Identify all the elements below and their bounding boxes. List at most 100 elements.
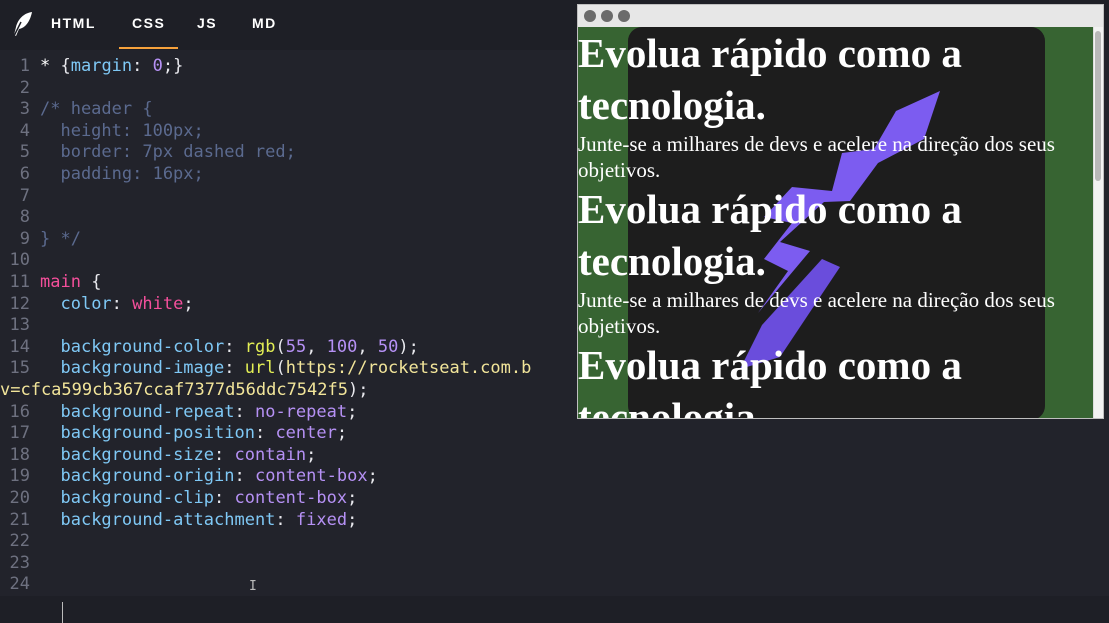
tab-js[interactable]: JS [197, 15, 217, 31]
line-number: 3 [19, 99, 30, 120]
line-code: background-color: rgb(55, 100, 50); [40, 336, 418, 358]
code-token: } */ [40, 228, 81, 249]
code-token: 0 [152, 56, 163, 76]
line-code: background-image: url(https://rocketseat… [40, 357, 531, 379]
code-line: 6 padding: 16px; [0, 163, 580, 185]
code-line: 17 background-position: center; [0, 422, 580, 444]
preview-scrollbar[interactable] [1093, 27, 1103, 418]
code-token: * [40, 56, 61, 76]
code-token: : [214, 444, 235, 465]
preview-text: Evolua rápido como a tecnologia. Junte-se… [578, 27, 1095, 419]
code-token: padding: 16px; [40, 164, 204, 184]
code-token: ( [275, 336, 286, 357]
code-token: ;} [162, 56, 184, 76]
code-line: 7 [0, 185, 580, 207]
line-number: 7 [19, 185, 30, 206]
line-code: main { [40, 271, 101, 293]
code-token: background-origin [60, 466, 235, 487]
line-number: 17 [9, 423, 30, 444]
tab-md[interactable]: MD [252, 15, 277, 31]
code-token: contain [234, 444, 307, 465]
line-code: v=cfca599cb367ccaf7377d56ddc7542f5); [0, 379, 368, 401]
code-token: main [40, 272, 81, 292]
code-token: white [132, 293, 184, 314]
code-token: background-position [60, 423, 255, 444]
code-line: 3 /* header { [0, 98, 580, 120]
code-token: border: 7px dashed red; [40, 142, 296, 163]
line-number: 16 [9, 401, 30, 422]
code-line: 18 background-size: contain; [0, 444, 580, 466]
code-line: 15 background-image: url(https://rockets… [0, 357, 580, 379]
window-minimize-button[interactable] [601, 10, 613, 22]
code-token: ( [275, 358, 286, 379]
line-code: background-attachment: fixed; [40, 509, 357, 531]
window-close-button[interactable] [584, 10, 596, 22]
line-code: background-position: center; [40, 422, 347, 444]
code-token: v=cfca599cb367ccaf7377d56ddc7542f5 [0, 380, 348, 400]
line-number: 21 [9, 509, 30, 530]
tab-css[interactable]: CSS [118, 15, 179, 49]
code-token: ); [348, 380, 369, 400]
code-line: 22 [0, 530, 580, 552]
code-token: background-clip [60, 488, 215, 508]
line-number: 24 [9, 574, 30, 595]
code-token: : [254, 423, 276, 444]
code-line: 12 color: white; [0, 293, 580, 315]
code-token: ; [347, 509, 358, 530]
code-token: fixed [295, 509, 348, 530]
code-token: : [224, 336, 245, 357]
line-number: 15 [9, 358, 30, 379]
preview-scrollbar-thumb[interactable] [1095, 31, 1101, 181]
code-token: url [244, 358, 276, 379]
line-number: 9 [19, 228, 30, 249]
preview-content: Evolua rápido como a tecnologia. Junte-se… [578, 27, 1095, 419]
code-token: : [275, 509, 296, 530]
preview-paragraph: Junte-se a milhares de devs e acelere na… [578, 132, 1055, 182]
code-line: 9 } */ [0, 228, 580, 250]
code-token: ; [347, 488, 358, 508]
code-line: 19 background-origin: content-box; [0, 465, 580, 487]
preview-paragraph: Junte-se a milhares de devs e acelere na… [578, 288, 1055, 338]
feather-logo-icon [13, 12, 32, 37]
code-token: color [60, 293, 112, 314]
code-token: content-box [234, 488, 348, 508]
code-token: /* header { [40, 99, 153, 120]
code-line: 4 height: 100px; [0, 120, 580, 142]
code-token: ; [347, 401, 358, 422]
code-token: 55 [285, 336, 307, 357]
code-line: v=cfca599cb367ccaf7377d56ddc7542f5); [0, 379, 580, 401]
preview-heading: Evolua rápido como a tecnologia. [578, 342, 962, 419]
line-code: } */ [40, 228, 81, 250]
code-token: no-repeat [254, 401, 348, 422]
tab-html[interactable]: HTML [51, 15, 96, 31]
line-number: 4 [19, 120, 30, 141]
code-line: 10 [0, 249, 580, 271]
code-line: 23 [0, 552, 580, 574]
line-code: background-size: contain; [40, 444, 316, 466]
code-line: 21 background-attachment: fixed; [0, 509, 580, 531]
code-token: ; [306, 444, 317, 465]
line-number: 19 [9, 466, 30, 487]
line-number: 12 [9, 293, 30, 314]
code-token: , [306, 336, 327, 357]
code-token: 50 [377, 336, 399, 357]
code-token: content-box [254, 466, 368, 487]
code-token: : [234, 466, 255, 487]
code-token: : [224, 358, 245, 379]
window-zoom-button[interactable] [618, 10, 630, 22]
text-caret [62, 602, 63, 623]
line-code: height: 100px; [40, 120, 203, 142]
code-line: 20 background-clip: content-box; [0, 487, 580, 509]
code-line: 14 background-color: rgb(55, 100, 50); [0, 336, 580, 358]
line-code: /* header { [40, 98, 153, 120]
line-code: * {margin: 0;} [40, 55, 183, 77]
line-number: 22 [9, 531, 30, 552]
